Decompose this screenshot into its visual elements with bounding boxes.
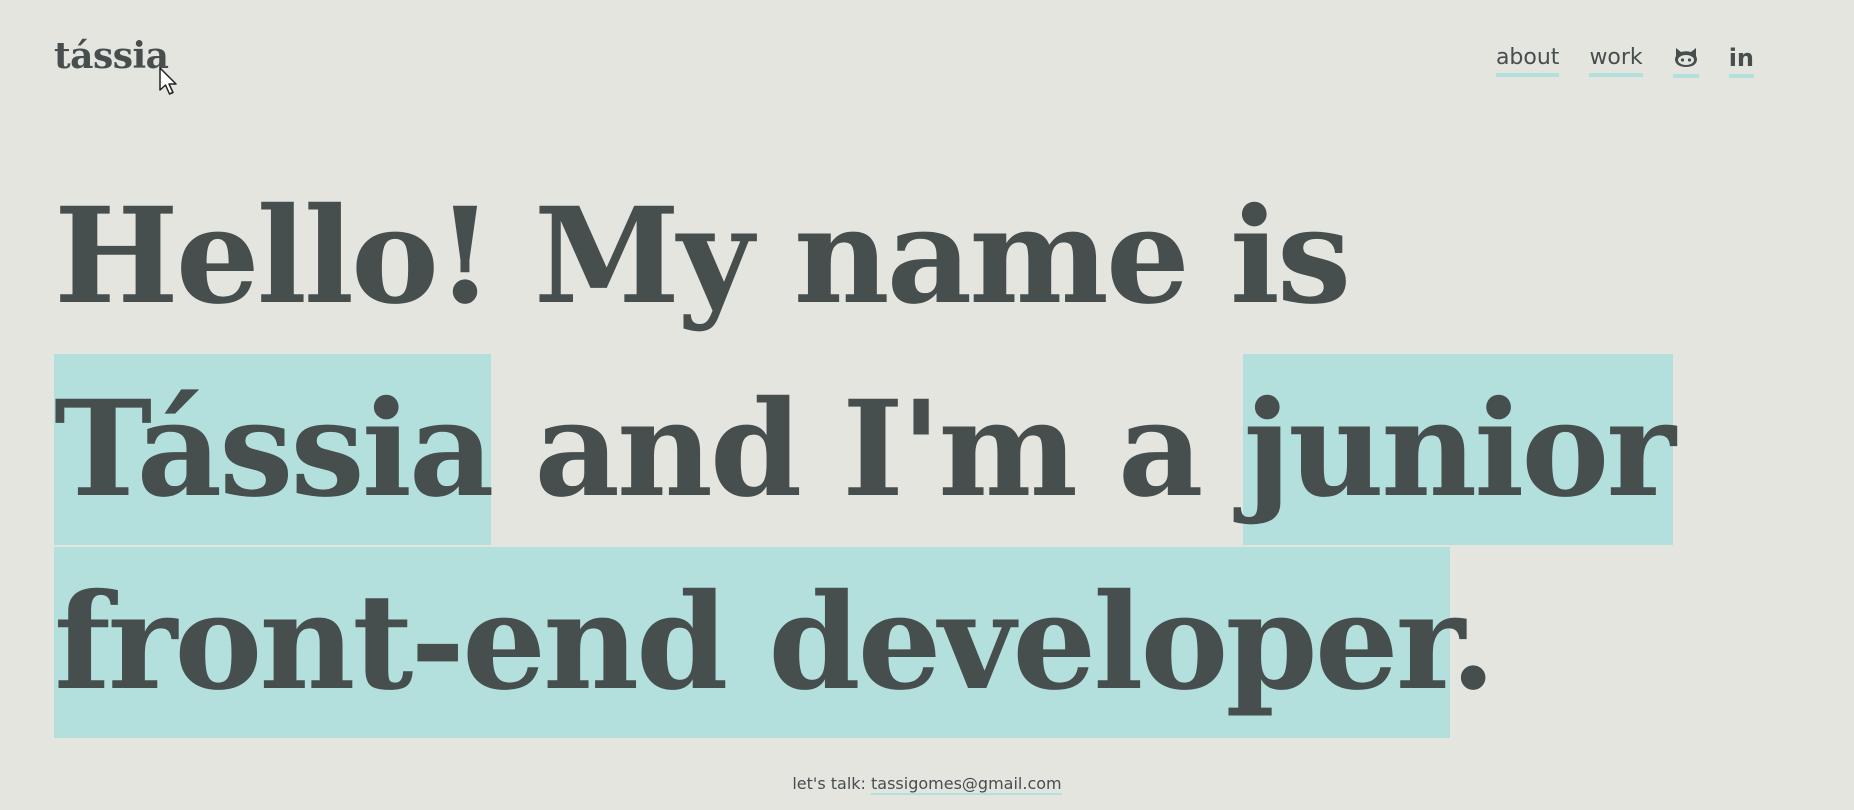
hero-middle-text: and I'm a	[491, 372, 1244, 527]
footer-prefix-text: let's talk:	[792, 774, 872, 793]
hero-period: .	[1450, 565, 1496, 720]
nav-work-link[interactable]: work	[1589, 45, 1643, 77]
hero-intro-text: Hello! My name is	[54, 179, 1351, 334]
linkedin-icon: in	[1728, 43, 1754, 72]
main-nav: about work in	[1495, 43, 1754, 78]
page-footer: let's talk: tassigomes@gmail.com	[0, 774, 1854, 795]
linkedin-link[interactable]: in	[1728, 43, 1754, 78]
nav-about-link[interactable]: about	[1495, 45, 1560, 77]
github-icon	[1674, 47, 1697, 67]
mouse-cursor-icon	[159, 67, 177, 95]
github-link[interactable]	[1672, 44, 1699, 78]
footer-email-link[interactable]: tassigomes@gmail.com	[871, 774, 1062, 795]
hero-name-highlight: Tássia	[54, 354, 494, 545]
site-logo[interactable]: tássia	[54, 38, 169, 74]
hero-heading: Hello! My name is Tássia and I'm a junio…	[54, 160, 1814, 739]
